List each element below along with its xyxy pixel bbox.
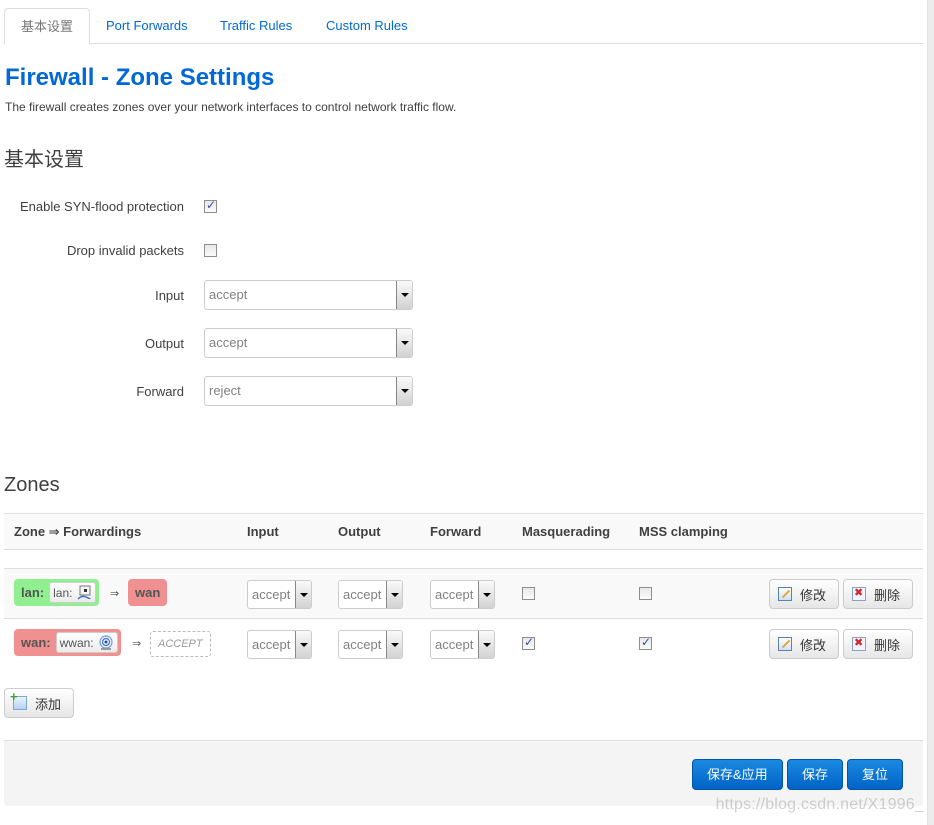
page-scrollbar[interactable] [927, 0, 934, 825]
zone-input-value: accept [252, 637, 291, 652]
tab-bar: 基本设置 Port Forwards Traffic Rules Custom … [4, 8, 923, 45]
destination-zone-wan: wan [128, 579, 168, 606]
dropdown-arrow-icon [396, 281, 412, 309]
zone-input-select[interactable]: accept [247, 580, 312, 609]
forward-arrow: ⇒ [132, 638, 142, 650]
zone-forward-value: accept [435, 587, 474, 602]
output-policy-label: Output [144, 336, 184, 351]
check-icon: ✓ [206, 198, 217, 212]
input-policy-label: Input [155, 288, 184, 303]
table-row: lan: lan: ⇒ wan accept accept accept 修改 … [4, 569, 923, 619]
edit-label: 修改 [800, 637, 827, 653]
dropdown-arrow-icon [386, 631, 402, 658]
zones-table-header: Zone ⇒ Forwardings Input Output Forward … [4, 513, 923, 550]
table-row: wan: wwan: ⇒ ACCEPT accept accept accept… [4, 619, 923, 669]
output-policy-select[interactable]: accept [204, 328, 413, 358]
tab-general[interactable]: 基本设置 [4, 8, 91, 45]
add-icon [10, 689, 27, 710]
destination-policy-accept: ACCEPT [150, 631, 211, 657]
col-masquerading: Masquerading [522, 524, 611, 539]
output-policy-value: accept [209, 335, 248, 350]
zone-output-value: accept [343, 587, 382, 602]
edit-zone-button[interactable]: 修改 [769, 579, 839, 609]
forward-policy-value: reject [209, 383, 241, 398]
page-description: The firewall creates zones over your net… [5, 100, 457, 114]
syn-flood-label: Enable SYN-flood protection [19, 199, 184, 214]
zone-name: lan: [21, 585, 45, 600]
zone-badge-wan[interactable]: wan: wwan: [14, 629, 121, 656]
wireless-icon [98, 634, 114, 651]
reset-button[interactable]: 复位 [847, 759, 904, 790]
interface-badge: lan: [49, 582, 97, 603]
zone-forward-value: accept [435, 637, 474, 652]
delete-zone-button[interactable]: 删除 [843, 579, 913, 609]
zones-table-spacer [4, 550, 923, 569]
delete-zone-button[interactable]: 删除 [843, 629, 913, 659]
col-forward: Forward [430, 524, 482, 539]
tab-custom-rules[interactable]: Custom Rules [310, 8, 424, 44]
save-apply-button[interactable]: 保存&应用 [692, 759, 783, 790]
delete-icon [852, 636, 866, 651]
drop-invalid-label: Drop invalid packets [66, 243, 184, 258]
col-output: Output [338, 524, 381, 539]
col-input: Input [247, 524, 279, 539]
input-policy-value: accept [209, 287, 248, 302]
tab-port-forwards[interactable]: Port Forwards [90, 8, 204, 44]
dropdown-arrow-icon [386, 581, 402, 608]
drop-invalid-checkbox[interactable] [204, 244, 217, 257]
dropdown-arrow-icon [396, 329, 412, 357]
mss-clamping-checkbox[interactable] [639, 587, 652, 600]
interface-name: lan: [53, 585, 73, 600]
col-mss-clamping: MSS clamping [639, 524, 728, 539]
interface-badge: wwan: [55, 632, 118, 653]
masquerading-checkbox[interactable]: ✓ [522, 635, 535, 650]
edit-zone-button[interactable]: 修改 [769, 629, 839, 659]
forward-arrow: ⇒ [110, 588, 120, 600]
ethernet-icon [76, 585, 92, 601]
watermark: https://blog.csdn.net/X1996_ [715, 796, 924, 813]
interface-name: wwan: [59, 635, 94, 650]
edit-icon [778, 637, 792, 651]
zone-badge-lan[interactable]: lan: lan: [14, 579, 100, 606]
dropdown-arrow-icon [478, 631, 494, 658]
add-zone-button[interactable]: 添加 [4, 688, 74, 718]
dropdown-arrow-icon [478, 581, 494, 608]
forward-policy-select[interactable]: reject [204, 376, 413, 406]
edit-icon [778, 587, 792, 601]
input-policy-select[interactable]: accept [204, 280, 413, 310]
zone-forward-select[interactable]: accept [430, 580, 495, 609]
zone-input-select[interactable]: accept [247, 630, 312, 659]
edit-label: 修改 [800, 587, 827, 603]
zones-heading: Zones [4, 474, 60, 496]
zone-forward-select[interactable]: accept [430, 630, 495, 659]
zone-output-value: accept [343, 637, 382, 652]
zone-output-select[interactable]: accept [338, 630, 403, 659]
check-icon: ✓ [524, 635, 535, 649]
delete-label: 删除 [874, 637, 901, 653]
zone-output-select[interactable]: accept [338, 580, 403, 609]
dropdown-arrow-icon [396, 377, 412, 405]
dropdown-arrow-icon [295, 631, 311, 658]
mss-clamping-checkbox[interactable]: ✓ [639, 635, 652, 650]
page-title: Firewall - Zone Settings [5, 64, 275, 91]
add-label: 添加 [35, 696, 62, 712]
masquerading-checkbox[interactable] [522, 587, 535, 600]
save-button[interactable]: 保存 [787, 759, 844, 790]
tab-traffic-rules[interactable]: Traffic Rules [204, 8, 308, 44]
syn-flood-checkbox[interactable]: ✓ [204, 198, 217, 213]
general-settings-heading: 基本设置 [4, 149, 84, 171]
forward-policy-label: Forward [136, 384, 184, 399]
delete-icon [852, 586, 866, 601]
delete-label: 删除 [874, 587, 901, 603]
dropdown-arrow-icon [295, 581, 311, 608]
zone-name: wan: [21, 635, 51, 650]
check-icon: ✓ [641, 635, 652, 649]
zone-input-value: accept [252, 587, 291, 602]
col-zone-forwardings: Zone ⇒ Forwardings [14, 524, 142, 539]
